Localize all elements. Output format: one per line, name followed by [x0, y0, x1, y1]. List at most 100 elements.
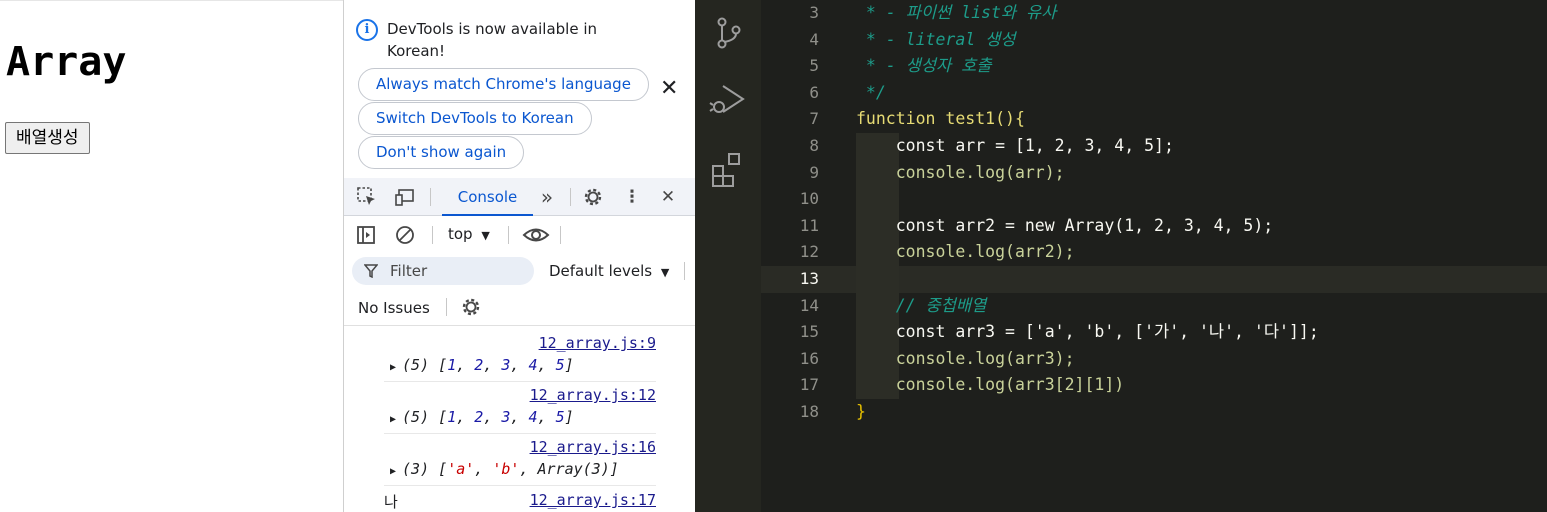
code-line: 4 * - literal 생성	[761, 27, 1547, 54]
code-line: 10	[761, 186, 1547, 213]
more-tabs-icon[interactable]: »	[536, 186, 558, 208]
devtools-panel: i DevTools is now available in Korean! A…	[343, 0, 695, 512]
log-entry: 12_array.js:16 ▶ (3) ['a', 'b', Array(3)]	[384, 438, 656, 486]
line-number: 9	[809, 162, 819, 182]
line-number: 18	[799, 402, 819, 421]
line-number: 4	[809, 29, 819, 49]
code-text: console.log(arr2);	[856, 242, 1075, 262]
rendered-page: Array 배열생성	[0, 0, 343, 512]
code-line: 14 // 중첩배열	[761, 292, 1547, 320]
inspect-element-icon[interactable]	[356, 186, 378, 208]
context-value: top	[448, 225, 473, 243]
devtools-close-icon[interactable]: ✕	[657, 186, 679, 208]
chevron-down-icon: ▼	[481, 229, 490, 242]
line-number: 6	[809, 82, 819, 102]
console-toolbar: top ▼	[344, 216, 695, 254]
line-number: 11	[799, 215, 819, 235]
log-source-link[interactable]: 12_array.js:9	[539, 334, 656, 352]
code-text: // 중첩배열	[856, 295, 987, 315]
issues-label: No Issues	[358, 299, 430, 317]
toolbar-divider	[430, 188, 431, 206]
toolbar-divider	[446, 298, 447, 316]
toolbar-divider	[560, 226, 561, 244]
expand-triangle-icon: ▶	[390, 466, 397, 477]
log-entry: 12_array.js:9 ▶ (5) [1, 2, 3, 4, 5]	[384, 334, 656, 382]
log-source-link[interactable]: 12_array.js:17	[530, 491, 656, 509]
expand-triangle-icon: ▶	[390, 362, 397, 373]
console-log: 12_array.js:9 ▶ (5) [1, 2, 3, 4, 5] 12_ar…	[344, 326, 695, 512]
line-number: 8	[809, 136, 819, 155]
log-array-value[interactable]: ▶ (5) [1, 2, 3, 4, 5]	[390, 408, 574, 426]
info-icon: i	[356, 19, 378, 41]
code-line: 11 const arr2 = new Array(1, 2, 3, 4, 5)…	[761, 212, 1547, 240]
toolbar-divider	[684, 262, 685, 280]
banner-close-icon[interactable]: ✕	[660, 78, 678, 100]
sidebar-toggle-icon[interactable]	[355, 224, 377, 246]
line-number: 13	[799, 269, 819, 288]
line-number: 16	[799, 348, 819, 368]
code-area[interactable]: 3 * - 파이썬 list와 유사 4 * - literal 생성 5 * …	[761, 0, 1547, 512]
activity-bar	[695, 0, 761, 512]
dont-show-again-button[interactable]: Don't show again	[358, 136, 525, 169]
code-line: 15 const arr3 = ['a', 'b', ['가', '나', '다…	[761, 319, 1547, 346]
code-line: 3 * - 파이썬 list와 유사	[761, 0, 1547, 27]
page-heading: Array	[6, 39, 127, 85]
code-text: const arr2 = new Array(1, 2, 3, 4, 5);	[856, 215, 1274, 235]
filter-placeholder: Filter	[390, 262, 428, 280]
line-number: 7	[809, 109, 819, 129]
code-text: const arr3 = ['a', 'b', ['가', '나', '다']]…	[856, 322, 1319, 342]
tab-console[interactable]: Console	[442, 178, 533, 216]
clear-console-icon[interactable]	[394, 224, 416, 246]
code-line: 12 console.log(arr2);	[761, 239, 1547, 266]
log-array-value[interactable]: ▶ (3) ['a', 'b', Array(3)]	[390, 460, 619, 478]
live-expression-eye-icon[interactable]	[522, 224, 550, 246]
code-line: 5 * - 생성자 호출	[761, 53, 1547, 80]
toolbar-divider	[508, 226, 509, 244]
code-line: 16 console.log(arr3);	[761, 345, 1547, 373]
code-line: 8 const arr = [1, 2, 3, 4, 5];	[761, 133, 1547, 160]
line-number: 14	[799, 295, 819, 315]
code-line: 7 function test1(){	[761, 106, 1547, 133]
extensions-icon[interactable]	[709, 150, 747, 188]
log-array-value[interactable]: ▶ (5) [1, 2, 3, 4, 5]	[390, 356, 574, 374]
log-source-link[interactable]: 12_array.js:16	[530, 438, 656, 456]
context-select[interactable]: top ▼	[448, 225, 490, 243]
device-toolbar-icon[interactable]	[394, 186, 416, 208]
code-line: 6 */	[761, 80, 1547, 107]
filter-bar: Filter Default levels ▼	[344, 254, 695, 288]
kebab-menu-icon[interactable]: ⋮	[621, 186, 643, 208]
log-entry: 12_array.js:12 ▶ (5) [1, 2, 3, 4, 5]	[384, 386, 656, 434]
line-number: 3	[809, 3, 819, 22]
log-levels-select[interactable]: Default levels ▼	[549, 262, 669, 280]
code-line: 9 console.log(arr);	[761, 159, 1547, 187]
console-settings-gear-icon[interactable]	[460, 296, 482, 323]
language-banner: i DevTools is now available in Korean! A…	[344, 0, 695, 178]
switch-to-korean-button[interactable]: Switch DevTools to Korean	[358, 102, 592, 135]
filter-input[interactable]: Filter	[352, 257, 534, 285]
code-text: console.log(arr);	[856, 162, 1065, 182]
toolbar-divider	[570, 188, 571, 206]
banner-message: DevTools is now available in Korean!	[387, 20, 597, 60]
code-text: * - 생성자 호출	[856, 56, 992, 76]
settings-gear-icon[interactable]	[582, 186, 604, 208]
code-text: */	[856, 82, 886, 102]
filter-funnel-icon	[363, 260, 379, 282]
log-levels-value: Default levels	[549, 262, 653, 280]
code-line: 17 console.log(arr3[2][1])	[761, 372, 1547, 399]
code-line-current: 13	[761, 266, 1547, 293]
expand-triangle-icon: ▶	[390, 414, 397, 425]
source-control-icon[interactable]	[709, 14, 747, 52]
code-text: function test1(){	[856, 109, 1025, 129]
log-source-link[interactable]: 12_array.js:12	[530, 386, 656, 404]
run-debug-icon[interactable]	[709, 80, 747, 118]
match-language-button[interactable]: Always match Chrome's language	[358, 68, 649, 101]
devtools-tabbar: Console » ⋮ ✕	[344, 178, 695, 216]
line-number: 12	[799, 242, 819, 262]
line-number: 5	[809, 56, 819, 76]
line-number: 15	[799, 322, 819, 342]
code-text: * - literal 생성	[856, 29, 1016, 49]
indent-guide	[856, 186, 899, 213]
toolbar-divider	[432, 226, 433, 244]
create-array-button[interactable]: 배열생성	[5, 122, 90, 154]
code-text: }	[856, 402, 866, 421]
